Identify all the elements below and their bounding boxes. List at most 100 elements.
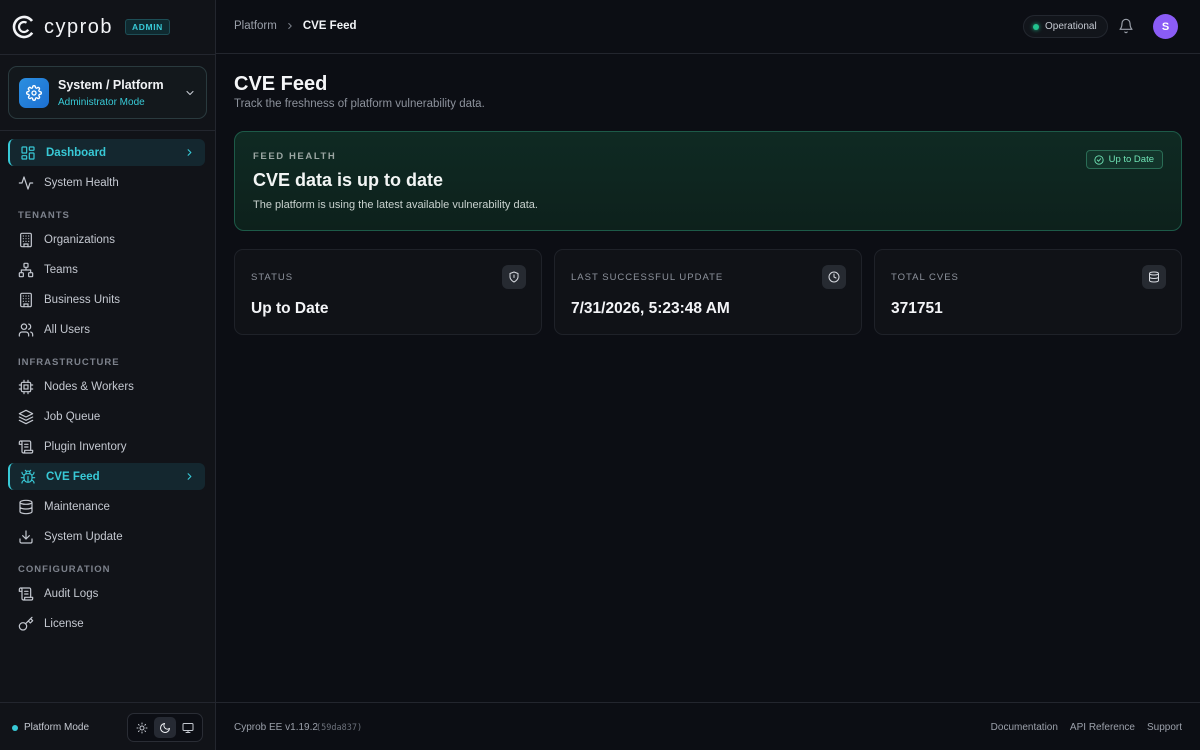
divider: [0, 130, 216, 131]
sun-icon: [136, 722, 148, 733]
stat-label: TOTAL CVES: [891, 272, 959, 283]
download-icon: [19, 529, 33, 544]
stat-value: 7/31/2026, 5:23:48 AM: [571, 300, 730, 317]
cyprob-logo-icon: [12, 15, 36, 39]
context-title: System / Platform: [58, 77, 164, 92]
section-heading-infrastructure: INFRASTRUCTURE: [18, 357, 120, 368]
page-title: CVE Feed: [234, 73, 328, 95]
system-status-badge[interactable]: Operational: [1023, 15, 1108, 38]
page-footer: Cyprob EE v1.19.2 (59da837) Documentatio…: [216, 702, 1200, 750]
sidebar-item-label: Organizations: [44, 233, 115, 246]
avatar[interactable]: S: [1153, 14, 1178, 39]
dark-theme-button[interactable]: [153, 717, 176, 738]
monitor-icon: [182, 722, 194, 733]
building-icon: [20, 292, 32, 307]
sidebar-item-audit-logs[interactable]: Audit Logs: [8, 580, 205, 607]
building-icon: [20, 232, 32, 247]
sidebar-item-label: Plugin Inventory: [44, 440, 127, 453]
sidebar-item-label: Teams: [44, 263, 78, 276]
feed-health-description: The platform is using the latest availab…: [253, 199, 538, 211]
sidebar-item-all-users[interactable]: All Users: [8, 316, 205, 343]
sidebar-item-label: License: [44, 617, 84, 630]
stat-value: 371751: [891, 300, 943, 317]
theme-switcher: [127, 713, 203, 742]
sidebar-item-label: Dashboard: [46, 146, 107, 159]
context-subtitle: Administrator Mode: [58, 96, 145, 108]
sidebar-item-teams[interactable]: Teams: [8, 256, 205, 283]
clock-icon: [822, 265, 846, 289]
context-switcher[interactable]: System / Platform Administrator Mode: [8, 66, 207, 119]
bug-icon: [20, 469, 36, 484]
footer-links: Documentation API Reference Support: [991, 722, 1182, 733]
network-icon: [18, 262, 34, 277]
admin-badge: ADMIN: [125, 19, 170, 35]
status-label: Operational: [1045, 21, 1097, 32]
chevron-right-icon: [187, 149, 192, 156]
sidebar-item-label: Maintenance: [44, 500, 110, 513]
stat-value: Up to Date: [251, 300, 329, 317]
sidebar-item-system-health[interactable]: System Health: [8, 169, 205, 196]
sidebar-item-label: System Update: [44, 530, 123, 543]
mode-indicator-dot: [12, 725, 18, 731]
stat-label: STATUS: [251, 272, 294, 283]
support-link[interactable]: Support: [1147, 722, 1182, 733]
sidebar-item-label: Nodes & Workers: [44, 380, 134, 393]
brand[interactable]: cyprob ADMIN: [12, 14, 170, 40]
up-to-date-badge: Up to Date: [1085, 150, 1163, 169]
check-circle-icon: [1093, 154, 1104, 165]
sidebar-item-nodes-workers[interactable]: Nodes & Workers: [8, 373, 205, 400]
database-icon: [19, 499, 33, 514]
sidebar-item-license[interactable]: License: [8, 610, 205, 637]
status-dot: [1033, 23, 1039, 30]
light-theme-button[interactable]: [131, 717, 153, 738]
sidebar-item-plugin-inventory[interactable]: Plugin Inventory: [8, 433, 205, 460]
sidebar-item-dashboard[interactable]: Dashboard: [8, 139, 205, 166]
dashboard-icon: [21, 145, 35, 160]
sidebar-item-label: Audit Logs: [44, 587, 99, 600]
up-to-date-label: Up to Date: [1108, 154, 1154, 165]
commit-hash: (59da837): [316, 723, 363, 733]
platform-mode-label: Platform Mode: [24, 722, 90, 733]
sidebar-item-system-update[interactable]: System Update: [8, 523, 205, 550]
breadcrumb-platform[interactable]: Platform: [234, 20, 277, 32]
sidebar-footer: Platform Mode: [0, 702, 216, 750]
section-heading-configuration: CONFIGURATION: [18, 564, 111, 575]
database-icon: [1142, 265, 1166, 289]
sidebar-item-label: Business Units: [44, 293, 121, 306]
api-reference-link[interactable]: API Reference: [1070, 722, 1135, 733]
cpu-icon: [18, 379, 34, 394]
chevron-right-icon: [288, 23, 292, 29]
stat-card-total-cves: TOTAL CVES 371751: [874, 249, 1182, 335]
divider: [0, 54, 216, 55]
sidebar: cyprob ADMIN System / Platform Administr…: [0, 0, 216, 750]
feed-health-eyebrow: FEED HEALTH: [253, 151, 337, 162]
topbar: Platform CVE Feed Operational S: [216, 0, 1200, 54]
system-theme-button[interactable]: [177, 717, 199, 738]
sidebar-item-job-queue[interactable]: Job Queue: [8, 403, 205, 430]
breadcrumb-current: CVE Feed: [302, 20, 357, 32]
scroll-icon: [18, 586, 34, 601]
feed-health-card: FEED HEALTH CVE data is up to date The p…: [234, 131, 1182, 231]
key-icon: [18, 616, 34, 631]
layers-icon: [18, 409, 34, 424]
sidebar-item-maintenance[interactable]: Maintenance: [8, 493, 205, 520]
moon-icon: [160, 722, 170, 733]
sidebar-item-business-units[interactable]: Business Units: [8, 286, 205, 313]
sidebar-item-organizations[interactable]: Organizations: [8, 226, 205, 253]
scroll-icon: [18, 439, 34, 454]
bell-icon[interactable]: [1118, 18, 1134, 34]
activity-icon: [18, 175, 34, 190]
sidebar-item-label: Job Queue: [44, 410, 101, 423]
version-label: Cyprob EE v1.19.2: [234, 722, 318, 733]
feed-health-title: CVE data is up to date: [253, 170, 444, 190]
breadcrumb: Platform CVE Feed: [234, 20, 357, 32]
chevron-right-icon: [187, 473, 192, 480]
sidebar-item-label: System Health: [44, 176, 119, 189]
section-heading-tenants: TENANTS: [18, 210, 70, 221]
documentation-link[interactable]: Documentation: [991, 722, 1058, 733]
stat-card-last-update: LAST SUCCESSFUL UPDATE 7/31/2026, 5:23:4…: [554, 249, 862, 335]
page-subtitle: Track the freshness of platform vulnerab…: [234, 98, 485, 110]
settings-icon: [19, 77, 49, 108]
shield-icon: [502, 265, 526, 289]
sidebar-item-cve-feed[interactable]: CVE Feed: [8, 463, 205, 490]
